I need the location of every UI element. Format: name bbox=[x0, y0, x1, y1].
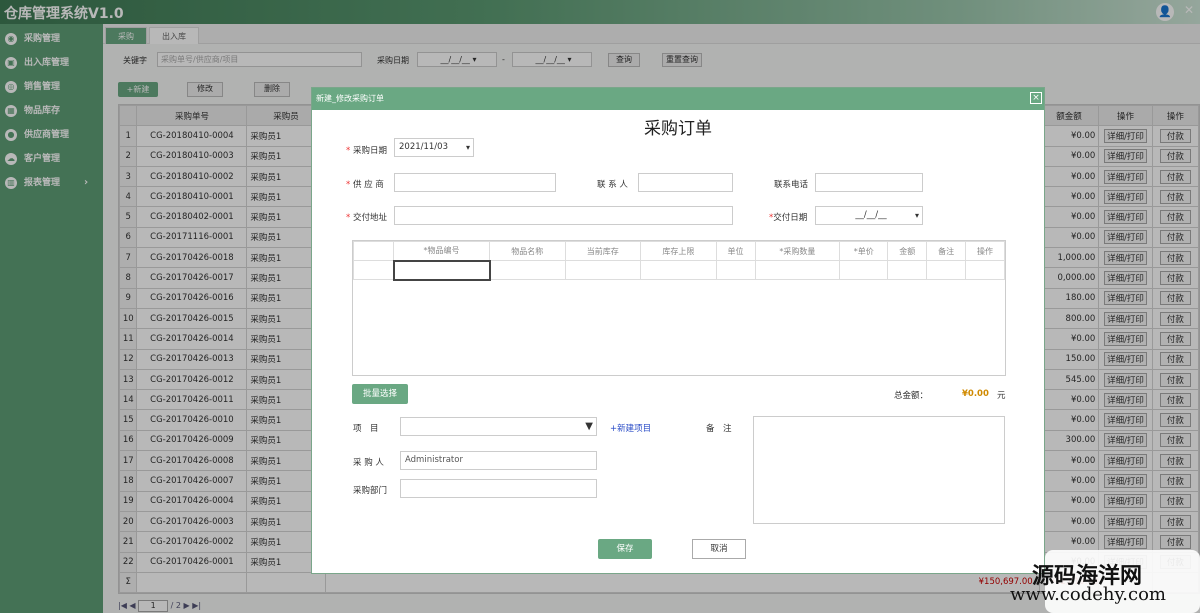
item-cell[interactable] bbox=[640, 260, 717, 280]
address-input[interactable] bbox=[394, 206, 733, 225]
contact-label: 联 系 人 bbox=[597, 180, 628, 190]
item-row-number bbox=[353, 260, 394, 280]
dropdown-arrow-icon: ▾ bbox=[465, 143, 470, 152]
item-column-header: 备注 bbox=[926, 241, 967, 261]
item-detail-table: *物品编号 物品名称 当前库存 库存上限 单位 *采购数量 *单价 金额 备注 操作 bbox=[352, 240, 1006, 376]
purchase-date-value: 2021/11/03 bbox=[399, 142, 448, 152]
total-unit: 元 bbox=[997, 391, 1006, 401]
phone-label: 联系电话 bbox=[774, 180, 809, 190]
batch-select-button[interactable]: 批量选择 bbox=[352, 384, 408, 404]
delivery-date-label-text: 交付日期 bbox=[773, 213, 808, 223]
item-column-header: 当前库存 bbox=[564, 241, 642, 261]
purchase-order-dialog: 新建_修改采购订单 × 采购订单 * 采购日期 2021/11/03 ▾ * 供 … bbox=[311, 87, 1045, 574]
project-select[interactable]: ▼ bbox=[400, 417, 597, 436]
item-column-header: *物品编号 bbox=[393, 241, 490, 261]
dept-input[interactable] bbox=[400, 479, 597, 498]
delivery-date-value: __/__/__ bbox=[855, 210, 887, 220]
address-label: * 交付地址 bbox=[346, 213, 387, 223]
phone-input[interactable] bbox=[815, 173, 923, 192]
item-cell[interactable] bbox=[489, 260, 566, 280]
item-column-header: *采购数量 bbox=[754, 241, 841, 261]
delivery-date-label: *交付日期 bbox=[769, 213, 808, 223]
dialog-title: 采购订单 bbox=[644, 119, 712, 139]
item-column-header: 物品名称 bbox=[489, 241, 566, 261]
watermark: 源码海洋网 www.codehy.com bbox=[1010, 556, 1198, 612]
delivery-date-select[interactable]: __/__/__ ▾ bbox=[815, 206, 923, 225]
item-header-blank bbox=[353, 241, 394, 261]
new-project-link[interactable]: +新建项目 bbox=[610, 422, 651, 434]
item-column-header: 金额 bbox=[887, 241, 928, 261]
contact-input[interactable] bbox=[638, 173, 733, 192]
total-label: 总金额： bbox=[894, 391, 929, 401]
address-label-text: 交付地址 bbox=[352, 213, 387, 223]
item-column-header: 单位 bbox=[715, 241, 756, 261]
watermark-line2: www.codehy.com bbox=[1010, 584, 1166, 605]
item-cell[interactable] bbox=[926, 260, 967, 280]
item-cell[interactable] bbox=[715, 260, 756, 280]
item-column-header: 操作 bbox=[965, 241, 1005, 261]
cancel-button[interactable]: 取消 bbox=[692, 539, 746, 559]
purchase-date-label: * 采购日期 bbox=[346, 146, 387, 156]
item-cell[interactable] bbox=[754, 260, 841, 280]
dialog-header-title: 新建_修改采购订单 bbox=[316, 94, 384, 103]
item-column-header: 库存上限 bbox=[640, 241, 717, 261]
item-row bbox=[353, 259, 1005, 281]
supplier-input[interactable] bbox=[394, 173, 556, 192]
dialog-close-icon[interactable]: × bbox=[1030, 92, 1042, 104]
save-button[interactable]: 保存 bbox=[598, 539, 652, 559]
dialog-header: 新建_修改采购订单 × bbox=[312, 88, 1044, 110]
purchase-date-label-text: 采购日期 bbox=[352, 146, 387, 156]
item-cell[interactable] bbox=[887, 260, 928, 280]
item-header-row: *物品编号 物品名称 当前库存 库存上限 单位 *采购数量 *单价 金额 备注 操作 bbox=[353, 241, 1005, 261]
buyer-input[interactable]: Administrator bbox=[400, 451, 597, 470]
dept-label: 采购部门 bbox=[353, 486, 388, 496]
item-cell[interactable] bbox=[839, 260, 889, 280]
purchase-date-select[interactable]: 2021/11/03 ▾ bbox=[394, 138, 474, 157]
item-code-cell[interactable] bbox=[392, 259, 491, 281]
project-label: 项 目 bbox=[353, 424, 379, 434]
supplier-label-text: 供 应 商 bbox=[352, 180, 384, 190]
buyer-label: 采 购 人 bbox=[353, 458, 384, 468]
dropdown-arrow-icon: ▾ bbox=[914, 211, 919, 220]
remark-label: 备 注 bbox=[706, 424, 732, 434]
remark-textarea[interactable] bbox=[753, 416, 1005, 524]
supplier-label: * 供 应 商 bbox=[346, 180, 384, 190]
total-value: ¥0.00 bbox=[962, 389, 989, 399]
item-cell[interactable] bbox=[965, 260, 1005, 280]
item-column-header: *单价 bbox=[839, 241, 889, 261]
item-cell[interactable] bbox=[564, 260, 642, 280]
dropdown-arrow-icon: ▼ bbox=[585, 421, 593, 432]
